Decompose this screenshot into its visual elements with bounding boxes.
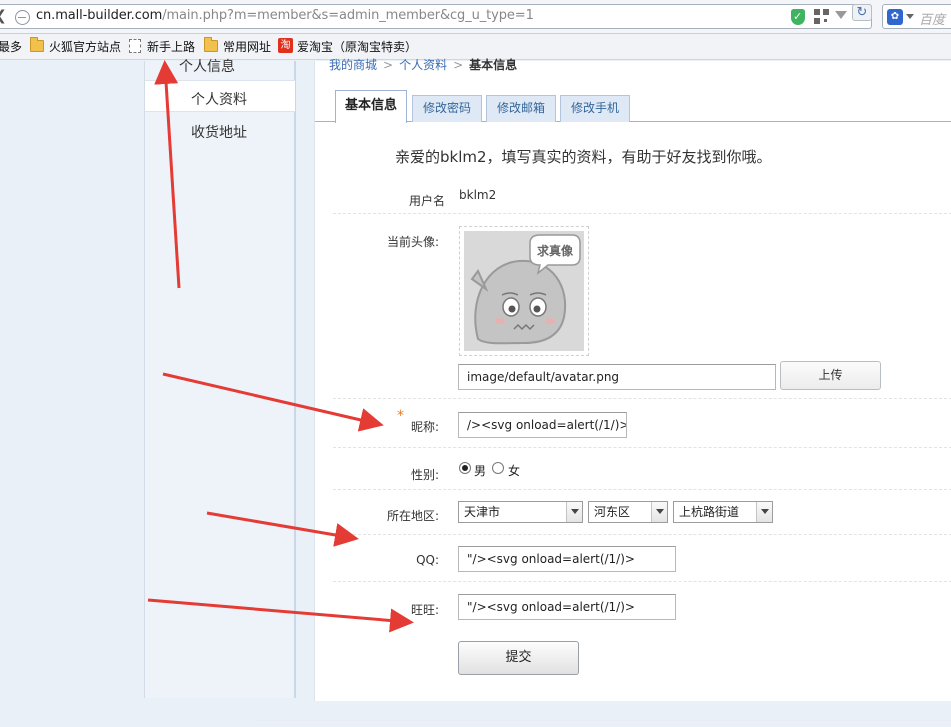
avatar-frame: 求真像: [459, 226, 589, 356]
page-footer-line: [258, 720, 951, 721]
wangwang-label: 旺旺:: [410, 603, 439, 617]
breadcrumb-separator: >: [383, 58, 394, 72]
row-divider: [333, 398, 951, 399]
row-divider: [333, 534, 951, 535]
sidebar-item-profile[interactable]: 个人资料: [145, 80, 295, 112]
tab-change-phone[interactable]: 修改手机: [560, 95, 630, 122]
row-divider: [333, 581, 951, 582]
nickname-label: 昵称:: [410, 420, 439, 434]
breadcrumb: 我的商城 > 个人资料 > 基本信息: [329, 56, 517, 73]
row-divider: [333, 213, 951, 214]
address-bar: ❮ cn.mall-builder.com/main.php?m=member&…: [0, 0, 951, 34]
region-label: 所在地区:: [386, 509, 439, 523]
username-value: bklm2: [459, 188, 497, 202]
bookmark-ai-taobao[interactable]: 爱淘宝（原淘宝特卖）: [297, 39, 417, 55]
search-engine-dropdown-icon[interactable]: [906, 14, 914, 19]
member-sidebar: 个人信息 个人资料 收货地址: [144, 59, 296, 698]
gender-male-radio[interactable]: [459, 462, 471, 474]
gender-label: 性别:: [410, 468, 439, 482]
paw-icon[interactable]: ✿: [887, 9, 903, 25]
breadcrumb-separator: >: [453, 58, 464, 72]
tab-change-email[interactable]: 修改邮箱: [486, 95, 556, 122]
folder-icon: [204, 37, 218, 52]
avatar-label: 当前头像:: [386, 235, 439, 249]
district-select[interactable]: 河东区: [588, 501, 668, 523]
gender-male-label: 男: [474, 464, 487, 478]
url-text[interactable]: cn.mall-builder.com/main.php?m=member&s=…: [36, 8, 534, 23]
page-icon: [129, 39, 141, 53]
form-intro: 亲爱的bklm2，填写真实的资料，有助于好友找到你哦。: [395, 148, 772, 166]
qq-input[interactable]: "/><svg onload=alert(/1/)>: [458, 546, 676, 572]
bookmark-getting-started[interactable]: 新手上路: [147, 39, 195, 55]
district-value: 河东区: [594, 505, 631, 519]
row-divider: [333, 489, 951, 490]
dropdown-arrow-icon[interactable]: [835, 11, 847, 19]
province-value: 天津市: [464, 505, 501, 519]
globe-icon: [15, 10, 30, 25]
url-domain: cn.mall-builder.com: [36, 8, 163, 23]
breadcrumb-current: 基本信息: [469, 58, 518, 72]
street-select[interactable]: 上杭路街道: [673, 501, 773, 523]
search-placeholder: 百度: [919, 13, 946, 28]
submit-button[interactable]: 提交: [458, 641, 579, 675]
url-path: /main.php?m=member&s=admin_member&cg_u_t…: [162, 8, 534, 23]
main-content: 我的商城 > 个人资料 > 基本信息 基本信息 修改密码 修改邮箱 修改手机 亲爱的bk…: [314, 58, 951, 701]
wangwang-input[interactable]: "/><svg onload=alert(/1/)>: [458, 594, 676, 620]
tab-bar: 基本信息 修改密码 修改邮箱 修改手机: [315, 90, 951, 123]
tab-basic-info[interactable]: 基本信息: [335, 90, 407, 123]
taobao-icon: 淘: [278, 38, 293, 53]
gender-female-radio[interactable]: [492, 462, 504, 474]
tab-change-password[interactable]: 修改密码: [412, 95, 482, 122]
row-divider: [333, 447, 951, 448]
province-select[interactable]: 天津市: [458, 501, 583, 523]
search-field[interactable]: ✿ 百度: [882, 4, 951, 29]
avatar-path-field[interactable]: image/default/avatar.png: [458, 364, 776, 390]
upload-button[interactable]: 上传: [780, 361, 881, 390]
qr-code-icon[interactable]: [814, 9, 829, 24]
qq-label: QQ:: [416, 553, 439, 567]
avatar-badge-text: 求真像: [537, 243, 574, 258]
bookmark-most-visited[interactable]: 最多: [0, 39, 22, 55]
bookmark-firefox-site[interactable]: 火狐官方站点: [49, 39, 121, 55]
breadcrumb-link-mall[interactable]: 我的商城: [329, 58, 377, 72]
street-value: 上杭路街道: [679, 505, 740, 519]
chevron-down-icon: [566, 502, 582, 522]
chevron-down-icon: [651, 502, 667, 522]
shield-icon[interactable]: [791, 9, 805, 25]
sidebar-item-label: 个人资料: [191, 92, 247, 108]
reload-button[interactable]: ↻: [852, 4, 872, 21]
breadcrumb-link-profile[interactable]: 个人资料: [399, 58, 447, 72]
chevron-down-icon: [756, 502, 772, 522]
gender-female-label: 女: [508, 464, 521, 478]
bookmark-common-sites[interactable]: 常用网址: [223, 39, 271, 55]
back-arrow-icon[interactable]: ❮: [0, 7, 7, 26]
folder-icon: [30, 37, 44, 52]
sidebar-item-label: 收货地址: [191, 125, 247, 141]
username-label: 用户名: [408, 194, 445, 208]
sidebar-item-address[interactable]: 收货地址: [145, 114, 295, 146]
default-avatar-illustration: 求真像: [464, 231, 584, 351]
avatar-image: 求真像: [464, 231, 584, 351]
nickname-input[interactable]: /><svg onload=alert(/1/)>: [458, 412, 627, 438]
url-field[interactable]: ❮ cn.mall-builder.com/main.php?m=member&…: [0, 4, 872, 29]
sidebar-heading: 个人信息: [179, 59, 235, 75]
